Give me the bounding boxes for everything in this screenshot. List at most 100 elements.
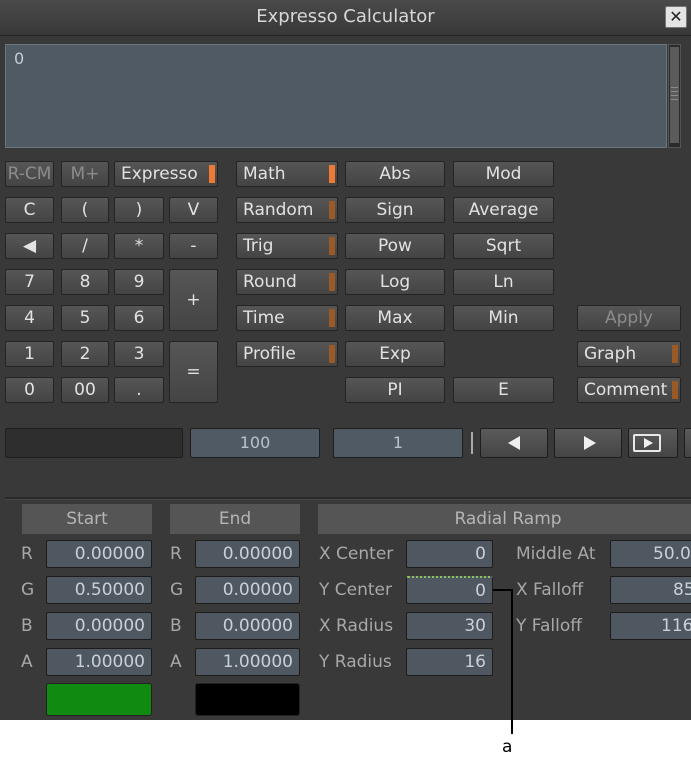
- next-frame-button[interactable]: [554, 428, 622, 458]
- expression-display[interactable]: 0: [5, 44, 667, 148]
- callout-leader-vertical: [511, 589, 513, 734]
- display-scrollbar[interactable]: [668, 44, 681, 148]
- e-button[interactable]: E: [453, 377, 554, 403]
- category-random-button[interactable]: Random: [236, 197, 338, 223]
- category-profile-button[interactable]: Profile: [236, 341, 338, 367]
- multiply-button[interactable]: *: [114, 233, 164, 259]
- six-button[interactable]: 6: [114, 305, 164, 331]
- zero-button[interactable]: 0: [5, 377, 54, 403]
- x-falloff-field[interactable]: 85: [610, 576, 691, 604]
- play-button[interactable]: [628, 428, 678, 458]
- three-button[interactable]: 3: [114, 341, 164, 367]
- scrollbar-thumb[interactable]: [670, 47, 679, 143]
- category-label: Round: [243, 272, 297, 292]
- graph-button[interactable]: Graph: [577, 341, 681, 367]
- timeline-field-1[interactable]: 100: [190, 428, 320, 458]
- pi-button[interactable]: PI: [345, 377, 445, 403]
- end-r-field[interactable]: 0.00000: [195, 540, 300, 568]
- four-button[interactable]: 4: [5, 305, 54, 331]
- toggle-indicator-icon: [672, 381, 678, 399]
- y-center-field[interactable]: 0: [406, 576, 493, 604]
- category-label: Time: [243, 308, 285, 328]
- graph-label: Graph: [584, 344, 637, 364]
- category-label: Profile: [243, 344, 296, 364]
- category-trig-button[interactable]: Trig: [236, 233, 338, 259]
- five-button[interactable]: 5: [61, 305, 109, 331]
- x-falloff-label: X Falloff: [516, 580, 584, 600]
- pow-button[interactable]: Pow: [345, 233, 445, 259]
- right-paren-button[interactable]: ): [114, 197, 164, 223]
- nine-button[interactable]: 9: [114, 269, 164, 295]
- decimal-button[interactable]: .: [114, 377, 164, 403]
- toggle-indicator-icon: [329, 273, 335, 291]
- comment-button[interactable]: Comment: [577, 377, 681, 403]
- end-b-field[interactable]: 0.00000: [195, 612, 300, 640]
- start-color-swatch[interactable]: [46, 683, 152, 716]
- equals-button[interactable]: =: [169, 341, 218, 403]
- triangle-left-icon: [508, 436, 520, 450]
- plus-button[interactable]: +: [169, 269, 218, 331]
- clear-button[interactable]: C: [5, 197, 54, 223]
- seven-button[interactable]: 7: [5, 269, 54, 295]
- previous-frame-button[interactable]: [480, 428, 548, 458]
- divide-button[interactable]: /: [61, 233, 109, 259]
- start-g-field[interactable]: 0.50000: [46, 576, 152, 604]
- ln-button[interactable]: Ln: [453, 269, 554, 295]
- x-center-field[interactable]: 0: [406, 540, 493, 568]
- y-radius-field[interactable]: 16: [406, 648, 493, 676]
- x-radius-field[interactable]: 30: [406, 612, 493, 640]
- more-button[interactable]: [684, 428, 691, 458]
- end-b-label: B: [170, 616, 182, 636]
- double-zero-button[interactable]: 00: [61, 377, 109, 403]
- scrollbar-grip-icon: [671, 87, 678, 103]
- mod-button[interactable]: Mod: [453, 161, 554, 187]
- sign-button[interactable]: Sign: [345, 197, 445, 223]
- abs-button[interactable]: Abs: [345, 161, 445, 187]
- max-button[interactable]: Max: [345, 305, 445, 331]
- mplus-button[interactable]: M+: [61, 161, 109, 187]
- log-button[interactable]: Log: [345, 269, 445, 295]
- eight-button[interactable]: 8: [61, 269, 109, 295]
- expresso-button[interactable]: Expresso: [114, 161, 218, 187]
- timeline-field-2[interactable]: 1: [333, 428, 463, 458]
- apply-button[interactable]: Apply: [577, 305, 681, 331]
- backspace-button[interactable]: ◀: [5, 233, 54, 259]
- end-color-swatch[interactable]: [195, 683, 300, 716]
- title-bar: Expresso Calculator ✕: [0, 0, 691, 36]
- separator: [471, 432, 473, 454]
- display-value: 0: [14, 49, 25, 68]
- start-a-field[interactable]: 1.00000: [46, 648, 152, 676]
- window-title: Expresso Calculator: [256, 6, 435, 27]
- close-icon[interactable]: ✕: [665, 6, 687, 28]
- toggle-indicator-icon: [209, 165, 215, 183]
- start-b-field[interactable]: 0.00000: [46, 612, 152, 640]
- toggle-indicator-icon: [329, 345, 335, 363]
- end-g-field[interactable]: 0.00000: [195, 576, 300, 604]
- two-button[interactable]: 2: [61, 341, 109, 367]
- y-falloff-field[interactable]: 116: [610, 612, 691, 640]
- minus-button[interactable]: -: [169, 233, 218, 259]
- radial-ramp-header: Radial Ramp: [318, 504, 691, 534]
- middle-at-field[interactable]: 50.0: [610, 540, 691, 568]
- play-frame-icon: [633, 434, 661, 452]
- toggle-indicator-icon: [329, 309, 335, 327]
- play-icon: [644, 438, 653, 448]
- sqrt-button[interactable]: Sqrt: [453, 233, 554, 259]
- category-round-button[interactable]: Round: [236, 269, 338, 295]
- end-r-label: R: [170, 544, 182, 564]
- toggle-indicator-icon: [329, 237, 335, 255]
- end-a-field[interactable]: 1.00000: [195, 648, 300, 676]
- min-button[interactable]: Min: [453, 305, 554, 331]
- category-math-button[interactable]: Math: [236, 161, 338, 187]
- start-r-field[interactable]: 0.00000: [46, 540, 152, 568]
- exp-button[interactable]: Exp: [345, 341, 445, 367]
- category-time-button[interactable]: Time: [236, 305, 338, 331]
- x-center-label: X Center: [319, 544, 394, 564]
- y-radius-label: Y Radius: [319, 652, 392, 672]
- left-paren-button[interactable]: (: [61, 197, 109, 223]
- average-button[interactable]: Average: [453, 197, 554, 223]
- timeline-bar[interactable]: [5, 428, 183, 458]
- v-button[interactable]: V: [169, 197, 218, 223]
- rcm-button[interactable]: R-CM: [5, 161, 54, 187]
- one-button[interactable]: 1: [5, 341, 54, 367]
